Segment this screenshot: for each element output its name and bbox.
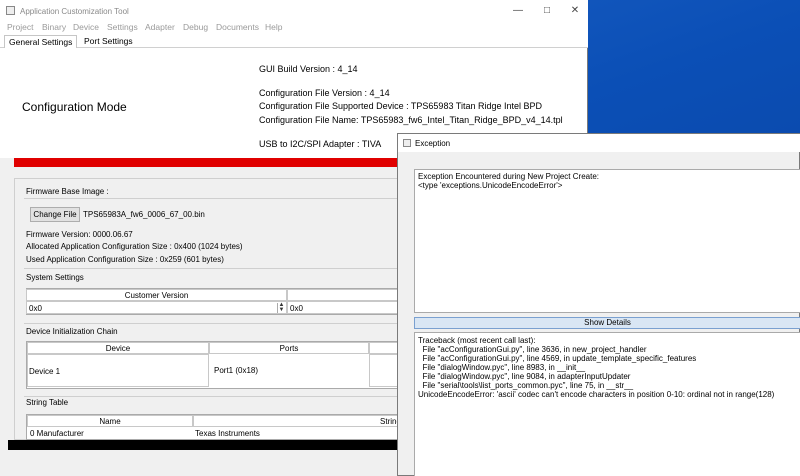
title-bar: Application Customization Tool — □ ✕	[0, 0, 588, 22]
menu-project[interactable]: Project	[7, 22, 33, 32]
ports-cell[interactable]: Port1 (0x18)	[209, 354, 369, 387]
cell-text: Device 1	[29, 367, 61, 376]
firmware-section-label: Firmware Base Image :	[26, 187, 109, 196]
exception-message-line2: <type 'exceptions.UnicodeEncodeError'>	[418, 181, 563, 190]
exception-message-box[interactable]: Exception Encountered during New Project…	[414, 169, 800, 313]
field-value: 0x0	[29, 304, 42, 313]
dialog-title-bar: Exception	[398, 134, 800, 152]
config-file-name: Configuration File Name: TPS65983_fw6_In…	[259, 115, 563, 125]
traceback-box[interactable]: Traceback (most recent call last): File …	[414, 332, 800, 476]
close-icon[interactable]: ✕	[569, 5, 581, 17]
menu-adapter[interactable]: Adapter	[145, 22, 175, 32]
firmware-version: Firmware Version: 0000.06.67	[26, 230, 133, 239]
row-name: 0 Manufacturer	[30, 429, 84, 438]
menu-help[interactable]: Help	[265, 22, 282, 32]
system-settings-label: System Settings	[26, 273, 84, 282]
dialog-title: Exception	[415, 139, 451, 148]
name-column-header: Name	[27, 415, 193, 427]
firmware-file-name: TPS65983A_fw6_0006_67_00.bin	[83, 210, 205, 219]
customer-version-header: Customer Version	[26, 289, 287, 301]
used-size: Used Application Configuration Size : 0x…	[26, 255, 224, 264]
gui-build-version: GUI Build Version : 4_14	[259, 64, 358, 74]
minimize-icon[interactable]: —	[512, 5, 524, 17]
supported-device: Configuration File Supported Device : TP…	[259, 101, 542, 111]
window-title: Application Customization Tool	[20, 7, 129, 16]
adapter-info: USB to I2C/SPI Adapter : TIVA	[259, 139, 382, 149]
traceback-line: UnicodeEncodeError: 'ascii' codec can't …	[418, 390, 775, 399]
customer-version-field-1[interactable]: 0x0 ▲ ▼	[26, 301, 287, 314]
device-init-label: Device Initialization Chain	[26, 327, 118, 336]
tab-port-settings[interactable]: Port Settings	[80, 35, 137, 48]
device-cell[interactable]: Device 1	[27, 354, 209, 387]
device-column-header: Device	[27, 342, 209, 354]
string-table-label: String Table	[26, 398, 69, 407]
mode-title: Configuration Mode	[22, 100, 127, 114]
exception-dialog: Exception Exception Encountered during N…	[397, 133, 800, 476]
config-file-version: Configuration File Version : 4_14	[259, 88, 390, 98]
menu-debug[interactable]: Debug	[183, 22, 208, 32]
ports-column-header: Ports	[209, 342, 369, 354]
spinner-arrows-icon[interactable]: ▲ ▼	[277, 302, 285, 313]
field-value: 0x0	[290, 304, 303, 313]
change-file-button[interactable]: Change File	[30, 207, 80, 222]
cell-text: Port1 (0x18)	[214, 366, 259, 375]
menu-bar: Project Binary Device Settings Adapter D…	[0, 22, 588, 34]
tab-general-settings[interactable]: General Settings	[4, 35, 78, 48]
dialog-icon	[403, 139, 411, 147]
menu-documents[interactable]: Documents	[216, 22, 259, 32]
maximize-icon[interactable]: □	[541, 5, 553, 17]
tab-bar: General Settings Port Settings	[0, 34, 588, 48]
allocated-size: Allocated Application Configuration Size…	[26, 242, 243, 251]
show-details-button[interactable]: Show Details	[414, 317, 800, 329]
menu-binary[interactable]: Binary	[42, 22, 66, 32]
menu-device[interactable]: Device	[73, 22, 99, 32]
menu-settings[interactable]: Settings	[107, 22, 138, 32]
row-string: Texas Instruments	[195, 429, 260, 438]
app-icon	[6, 6, 15, 15]
